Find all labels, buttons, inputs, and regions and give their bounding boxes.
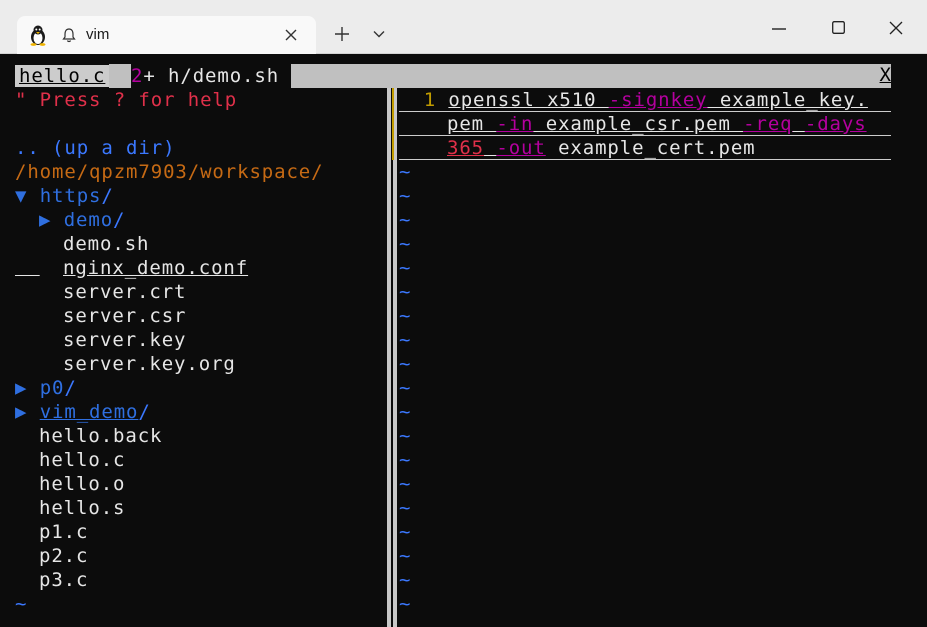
expand-arrow-icon: ▼ [15, 185, 28, 207]
tree-dir-demo[interactable]: ▶ demo/ [39, 208, 125, 232]
empty-line-tilde: ~ [399, 521, 412, 543]
code-text: example_csr.pem [533, 113, 744, 135]
empty-line-tilde: ~ [399, 616, 411, 627]
tree-file[interactable]: server.csr [63, 304, 186, 328]
empty-line-tilde: ~ [399, 401, 412, 423]
code-text: openssl x510 [448, 89, 609, 111]
maximize-icon[interactable] [832, 21, 845, 34]
empty-line-tilde: ~ [399, 185, 412, 207]
empty-line-tilde: ~ [399, 569, 412, 591]
code-option: -in [496, 113, 534, 135]
vim-tab-2[interactable]: 2+ h/demo.sh [131, 64, 292, 88]
vim-tab-2-label: + h/demo.sh [143, 65, 280, 87]
tree-dir-https[interactable]: ▼ https/ [15, 184, 114, 208]
tree-file[interactable]: demo.sh [63, 232, 149, 256]
window-titlebar: vim [0, 0, 927, 54]
code-option: -signkey [608, 89, 708, 111]
empty-line-tilde: ~ [399, 161, 412, 183]
empty-line-tilde: ~ [399, 209, 412, 231]
dir-slash: / [113, 209, 126, 231]
empty-line-tilde: ~ [399, 281, 412, 303]
terminal-area[interactable]: hello.c 2+ h/demo.sh X " Press ? for hel… [0, 54, 927, 627]
tree-file[interactable]: server.key [63, 328, 186, 352]
code-text: pem [447, 113, 497, 135]
vertical-split-bar[interactable] [387, 88, 397, 627]
dir-name: https [39, 185, 102, 207]
dir-slash: / [64, 377, 77, 399]
cursorline-underline [399, 135, 891, 136]
collapsed-arrow-icon: ▶ [15, 401, 28, 423]
netrw-up-dir[interactable]: .. (up a dir) [15, 136, 175, 160]
empty-line-tilde: ~ [399, 545, 412, 567]
empty-line-tilde: ~ [15, 593, 28, 615]
minimize-icon[interactable] [772, 28, 786, 30]
tree-dir-vim-demo[interactable]: ▶ vim_demo/ [15, 400, 151, 424]
tree-file[interactable]: hello.s [39, 496, 125, 520]
buffer-line-1[interactable]: 1 openssl x510 -signkey example_key. [399, 88, 868, 112]
buffer-line-1-wrap-2[interactable]: 365 -out example_cert.pem [447, 136, 756, 160]
tree-file[interactable]: server.key.org [63, 352, 236, 376]
vim-tab-active-label: hello.c [15, 65, 110, 87]
vim-tab-2-count: 2 [131, 65, 144, 87]
empty-line-tilde: ~ [399, 329, 412, 351]
code-text: example_key. [707, 89, 868, 111]
line-number-column [392, 88, 394, 160]
vim-tabline-close[interactable]: X [880, 64, 891, 86]
tree-file[interactable]: hello.back [39, 424, 162, 448]
tree-file[interactable]: p2.c [39, 544, 88, 568]
vim-tabline: hello.c 2+ h/demo.sh X [15, 64, 891, 88]
tab-title: vim [86, 26, 110, 43]
collapsed-arrow-icon: ▶ [39, 209, 52, 231]
empty-line-tilde: ~ [399, 305, 412, 327]
dir-slash: / [101, 185, 114, 207]
tree-file[interactable]: p3.c [39, 568, 88, 592]
close-window-icon[interactable] [889, 21, 903, 35]
empty-line-tilde: ~ [399, 425, 412, 447]
linux-tux-icon [30, 25, 46, 46]
empty-line-tilde: ~ [399, 593, 412, 615]
plus-icon[interactable] [334, 26, 350, 42]
tree-file[interactable]: server.crt [63, 280, 186, 304]
terminal-tab[interactable]: vim [17, 16, 316, 54]
empty-line-tilde: ~ [399, 473, 412, 495]
bell-icon[interactable] [62, 28, 76, 43]
tree-file[interactable]: p1.c [39, 520, 88, 544]
dir-name: p0 [39, 377, 65, 399]
empty-line-tilde: ~ [399, 449, 412, 471]
tree-file[interactable]: hello.c [39, 448, 125, 472]
code-option: -days [804, 113, 867, 135]
code-option: -req [743, 113, 793, 135]
netrw-cwd: /home/qpzm7903/workspace/ [15, 161, 324, 183]
empty-line-tilde: ~ [399, 377, 412, 399]
cursorline-underline [399, 111, 891, 112]
dir-slash: / [138, 401, 151, 423]
empty-line-tilde: ~ [399, 497, 412, 519]
dir-name: vim_demo [39, 401, 139, 423]
buffer-line-1-wrap-1[interactable]: pem -in example_csr.pem -req -days [447, 112, 867, 136]
code-option: -out [496, 137, 546, 159]
dir-name: demo [63, 209, 114, 231]
cursorline-underline [399, 159, 891, 160]
line-number: 1 [423, 89, 437, 111]
code-text: example_cert.pem [545, 137, 756, 159]
netrw-help-line: " Press ? for help [15, 89, 238, 111]
tree-dir-p0[interactable]: ▶ p0/ [15, 376, 77, 400]
empty-line-tilde: ~ [15, 616, 27, 627]
tree-file[interactable]: hello.o [39, 472, 125, 496]
empty-line-tilde: ~ [399, 233, 412, 255]
empty-line-tilde: ~ [399, 257, 412, 279]
collapsed-arrow-icon: ▶ [15, 377, 28, 399]
file-name: nginx_demo.conf [63, 257, 249, 279]
close-icon[interactable] [284, 28, 298, 42]
code-number: 365 [447, 137, 485, 159]
tree-file-cursorline[interactable]: nginx_demo.conf [15, 256, 247, 280]
empty-line-tilde: ~ [399, 353, 412, 375]
chevron-down-icon[interactable] [373, 30, 385, 38]
vim-tab-active[interactable]: hello.c [15, 64, 110, 88]
